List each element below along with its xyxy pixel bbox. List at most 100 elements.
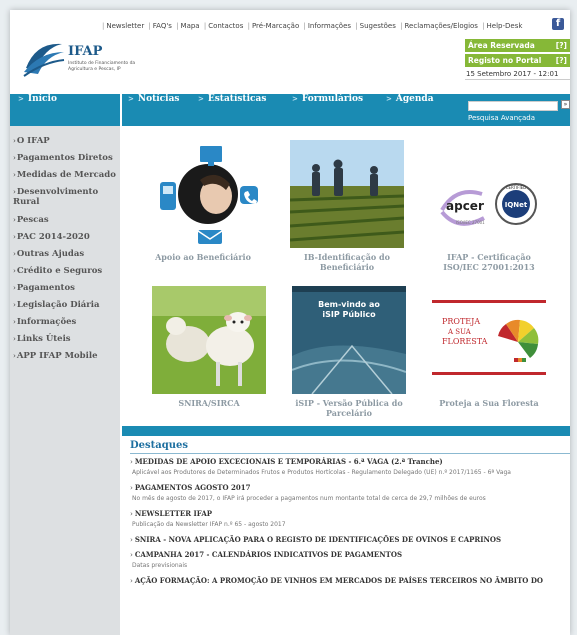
reserved-area-panel: Área Reservada [?] Registo no Portal [?]…: [465, 39, 570, 80]
caret-right-icon: ›: [13, 153, 16, 162]
sidebar-item-pac[interactable]: ›PAC 2014-2020: [10, 232, 120, 242]
link-reclamacoes[interactable]: Reclamações/Elogios: [404, 22, 477, 30]
iso-mark-text: ISO/IEC 27001: [456, 220, 485, 225]
tile-certificacao[interactable]: apcer ISO/IEC 27001 IQNet CERTIFIED IFAP…: [432, 140, 546, 272]
tile-caption: Proteja a Sua Floresta: [439, 398, 539, 408]
current-date: 15 Setembro 2017 - 12:01: [465, 69, 570, 80]
sheep-image: [152, 286, 266, 394]
tile-apoio-beneficiario[interactable]: Apoio ao Beneficiário: [146, 140, 260, 262]
main-content: Apoio ao Beneficiário IB-Identificação d…: [122, 126, 570, 635]
proteja-floresta-banner: PROTEJA A SUA FLORESTA: [432, 286, 546, 394]
sidebar-item-pagamentos-diretos[interactable]: ›Pagamentos Diretos: [10, 153, 120, 163]
nav-arrow-icon: >: [292, 94, 298, 103]
nav-divider: [120, 94, 122, 126]
sidebar-item-links-uteis[interactable]: ›Links Úteis: [10, 334, 120, 344]
destaques-title: Destaques: [130, 440, 570, 454]
caret-right-icon: ›: [13, 283, 16, 292]
main-nav: > Início > Notícias > Estatísticas > Formulá…: [10, 94, 570, 126]
news-item[interactable]: › PAGAMENTOS AGOSTO 2017 No mês de agosto…: [130, 483, 570, 503]
reserved-area-button[interactable]: Área Reservada [?]: [465, 39, 570, 52]
apcer-logo-text: apcer: [446, 199, 484, 213]
caret-right-icon: ›: [13, 232, 16, 241]
link-mapa[interactable]: Mapa: [181, 22, 200, 30]
tile-caption: Apoio ao Beneficiário: [155, 252, 251, 262]
caret-right-icon: ›: [130, 576, 133, 585]
caret-right-icon: ›: [13, 187, 16, 196]
sidebar: ›O IFAP ›Pagamentos Diretos ›Medidas de …: [10, 126, 120, 635]
link-informacoes[interactable]: Informações: [308, 22, 351, 30]
sidebar-item-legislacao[interactable]: ›Legislação Diária: [10, 300, 120, 310]
caret-right-icon: ›: [13, 334, 16, 343]
ifap-logo[interactable]: IFAP Instituto de Financiamento da Agric…: [22, 38, 162, 88]
news-item[interactable]: › AÇÃO FORMAÇÃO: A PROMOÇÃO DE VINHOS EM …: [130, 576, 570, 585]
nav-arrow-icon: >: [386, 94, 392, 103]
news-item[interactable]: › NEWSLETTER IFAP Publicação da Newslette…: [130, 509, 570, 529]
tile-caption: SNIRA/SIRCA: [178, 398, 240, 408]
nav-agenda[interactable]: > Agenda: [386, 94, 434, 126]
tile-ib-identificacao[interactable]: IB-Identificação do Beneficiário: [290, 140, 404, 272]
sidebar-item-pescas[interactable]: ›Pescas: [10, 215, 120, 225]
news-item[interactable]: › MEDIDAS DE APOIO EXCECIONAIS E TEMPORÁR…: [130, 457, 570, 477]
nav-formularios[interactable]: > Formulários: [292, 94, 363, 126]
sidebar-item-pagamentos[interactable]: ›Pagamentos: [10, 283, 120, 293]
facebook-icon[interactable]: f: [552, 18, 564, 30]
certified-ring-text: CERTIFIED: [506, 185, 527, 190]
sidebar-item-app-mobile[interactable]: ›APP IFAP Mobile: [10, 351, 120, 361]
caret-right-icon: ›: [130, 550, 133, 559]
portal-register-button[interactable]: Registo no Portal [?]: [465, 54, 570, 67]
portal-register-help[interactable]: [?]: [556, 54, 567, 67]
sidebar-item-o-ifap[interactable]: ›O IFAP: [10, 136, 120, 146]
ifap-emblem-icon: [23, 43, 65, 77]
sidebar-item-desenvolvimento-rural[interactable]: ›Desenvolvimento Rural: [10, 187, 110, 207]
certification-logos: apcer ISO/IEC 27001 IQNet CERTIFIED: [432, 140, 546, 248]
isip-banner: Bem-vindo ao iSIP Público: [318, 300, 380, 319]
sidebar-item-credito-seguros[interactable]: ›Crédito e Seguros: [10, 266, 120, 276]
tile-caption: IB-Identificação do Beneficiário: [304, 252, 390, 272]
search-button[interactable]: »: [561, 100, 570, 109]
caret-right-icon: ›: [130, 509, 133, 518]
link-pre-marcacao[interactable]: Pré-Marcação: [252, 22, 299, 30]
nav-inicio[interactable]: > Início: [18, 94, 57, 126]
news-item[interactable]: › CAMPANHA 2017 - CALENDÁRIOS INDICATIVOS…: [130, 550, 570, 570]
nav-noticias[interactable]: > Notícias: [128, 94, 179, 126]
caret-right-icon: ›: [13, 170, 16, 179]
link-help-desk[interactable]: Help-Desk: [487, 22, 523, 30]
sidebar-item-informacoes[interactable]: ›Informações: [10, 317, 120, 327]
caret-right-icon: ›: [13, 136, 16, 145]
link-newsletter[interactable]: Newsletter: [106, 22, 144, 30]
nav-arrow-icon: >: [198, 94, 204, 103]
advanced-search-link[interactable]: Pesquisa Avançada: [468, 114, 535, 122]
link-faqs[interactable]: FAQ's: [153, 22, 172, 30]
caret-right-icon: ›: [13, 317, 16, 326]
caret-right-icon: ›: [13, 266, 16, 275]
link-sugestoes[interactable]: Sugestões: [360, 22, 396, 30]
iqnet-logo-text: IQNet: [505, 201, 528, 209]
caret-right-icon: ›: [13, 300, 16, 309]
apoio-beneficiario-image: [146, 140, 260, 248]
link-contactos[interactable]: Contactos: [208, 22, 243, 30]
proteja-line-1: PROTEJA: [442, 317, 480, 326]
tile-caption: iSIP - Versão Pública do Parcelário: [295, 398, 403, 418]
top-links: | Newsletter | FAQ's | Mapa | Contactos | Pré…: [102, 22, 523, 30]
reserved-area-help[interactable]: [?]: [556, 39, 567, 52]
search-input[interactable]: [468, 101, 558, 111]
caret-right-icon: ›: [13, 351, 16, 360]
caret-right-icon: ›: [13, 215, 16, 224]
proteja-line-3: FLORESTA: [442, 337, 488, 346]
tile-snira-sirca[interactable]: SNIRA/SIRCA: [152, 286, 266, 408]
logo-subtitle: Instituto de Financiamento da Agricultur…: [68, 61, 136, 72]
proteja-line-2: A SUA: [447, 328, 472, 336]
caret-right-icon: ›: [130, 457, 133, 466]
tile-proteja-floresta[interactable]: PROTEJA A SUA FLORESTA Proteja a Sua Flo…: [432, 286, 546, 408]
caret-right-icon: ›: [13, 249, 16, 258]
reserved-area-label: Área Reservada: [468, 41, 535, 50]
tile-isip[interactable]: Bem-vindo ao iSIP Público iSIP - Versão …: [292, 286, 406, 418]
nav-estatisticas[interactable]: > Estatísticas: [198, 94, 266, 126]
destaques-section: Destaques › MEDIDAS DE APOIO EXCECIONAIS …: [130, 440, 570, 591]
sidebar-item-medidas-mercado[interactable]: ›Medidas de Mercado: [10, 170, 120, 180]
news-item[interactable]: › SNIRA - NOVA APLICAÇÃO PARA O REGISTO D…: [130, 535, 570, 544]
nav-arrow-icon: >: [18, 94, 24, 103]
sidebar-item-outras-ajudas[interactable]: ›Outras Ajudas: [10, 249, 120, 259]
nav-arrow-icon: >: [128, 94, 134, 103]
caret-right-icon: ›: [130, 535, 133, 544]
